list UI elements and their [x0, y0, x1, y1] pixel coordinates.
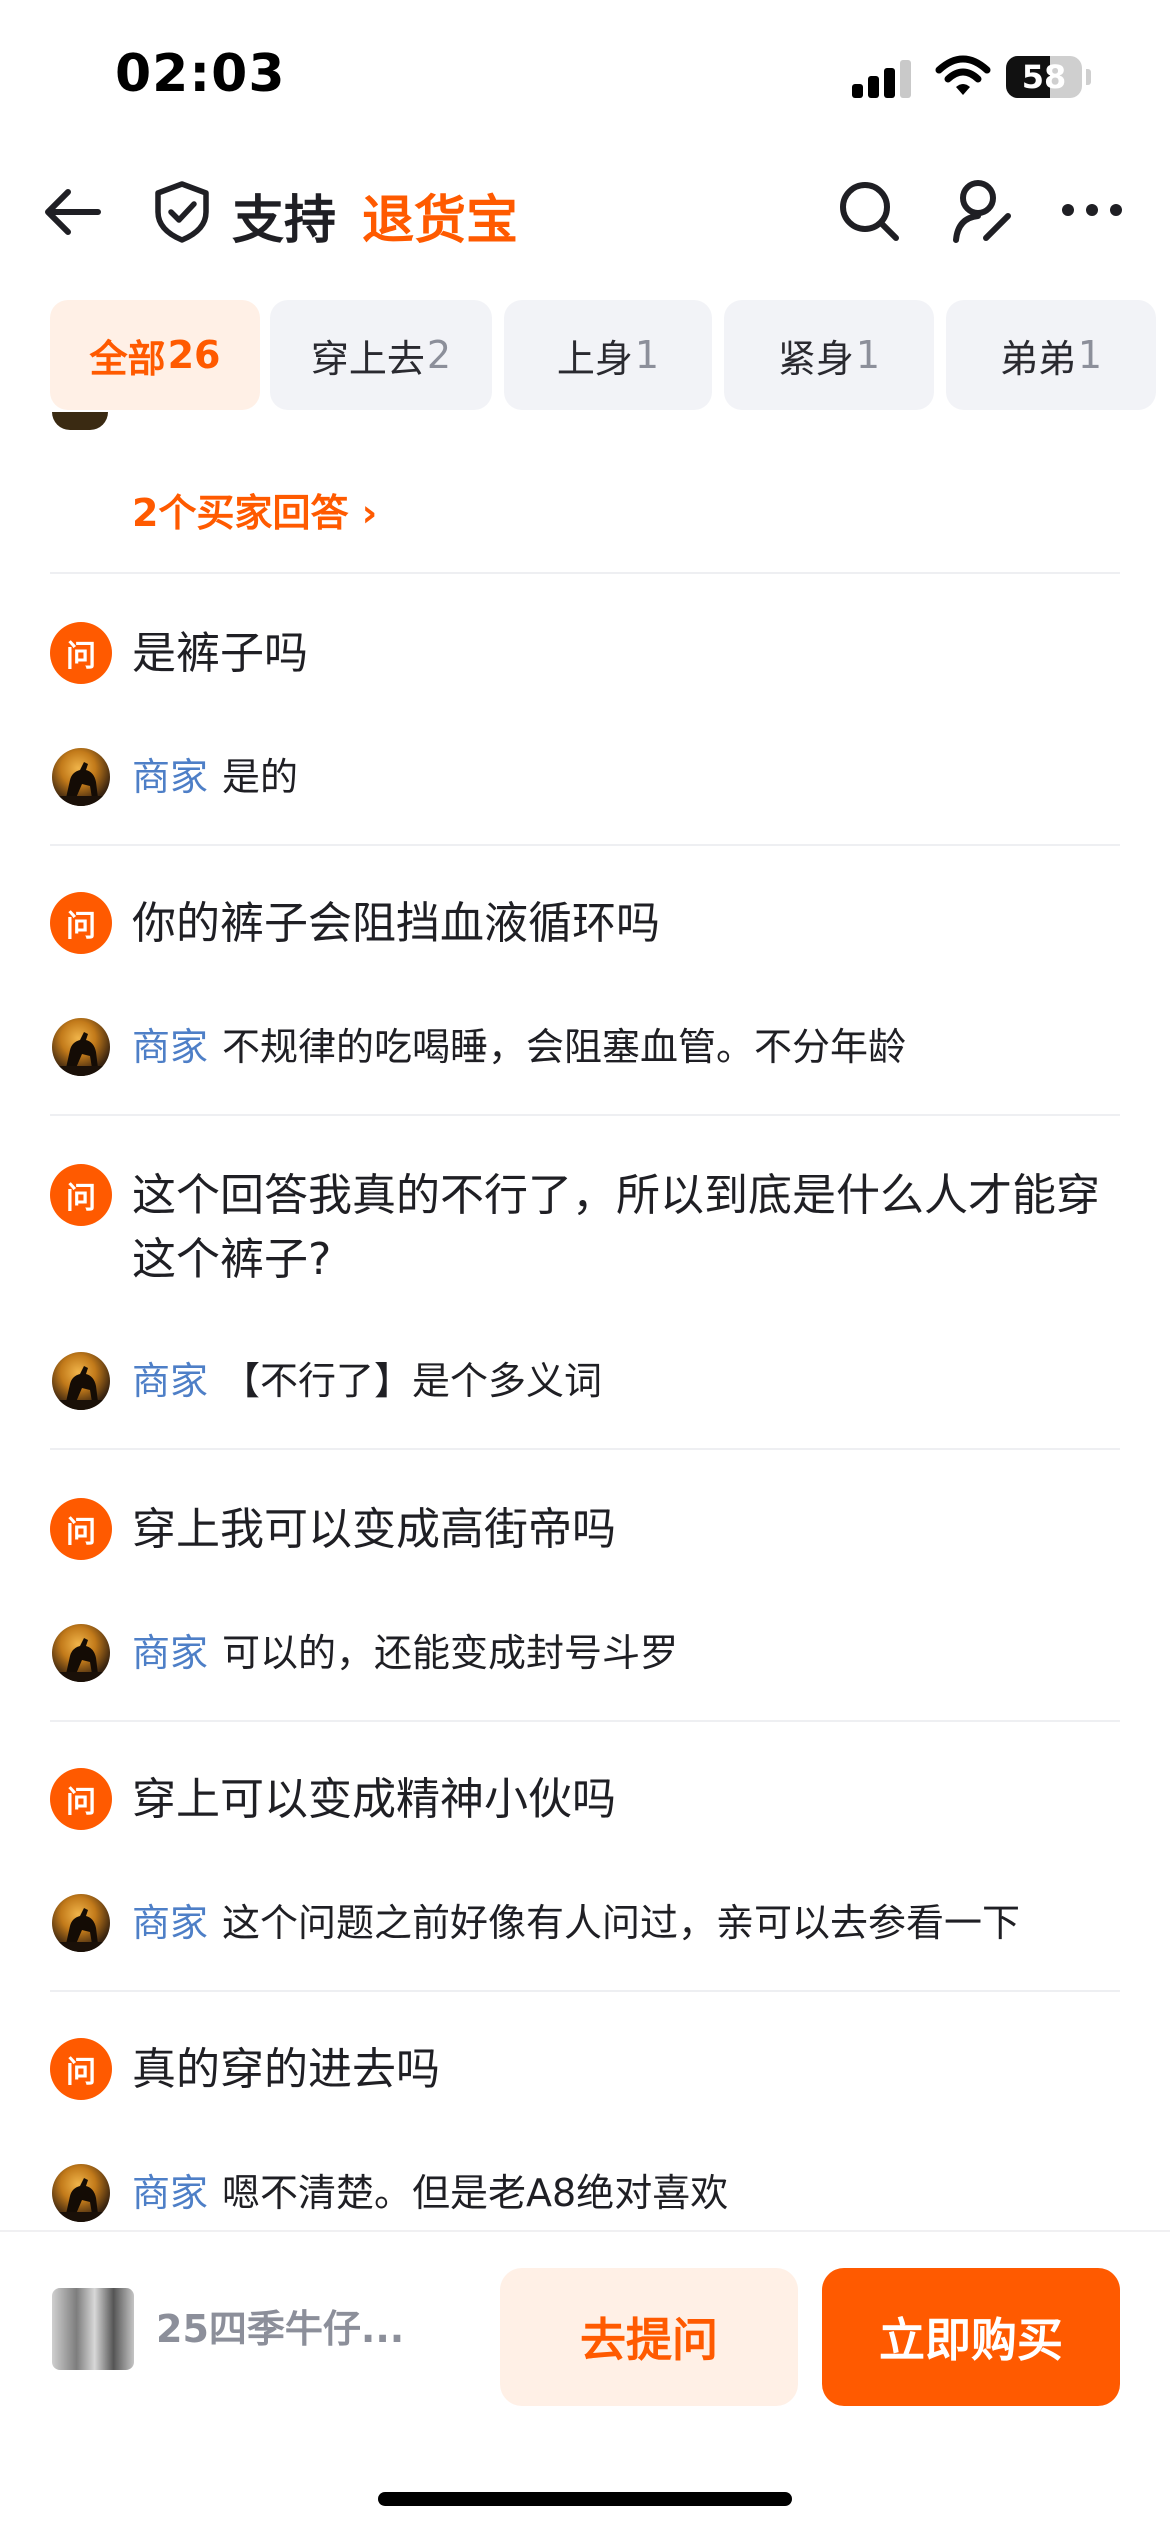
- answer-row[interactable]: 商家 嗯不清楚。但是老A8绝对喜欢: [132, 2164, 728, 2222]
- qa-list: 2个买家回答 › 问 是裤子吗 商家 是的 问 你的裤子会阻挡血液循环吗 商家 不规…: [0, 412, 1170, 2230]
- merchant-avatar: [52, 748, 110, 806]
- tab-label: 全部: [89, 336, 166, 381]
- tab-count: 1: [634, 333, 660, 377]
- question-badge: 问: [50, 892, 112, 954]
- status-time: 02:03: [115, 44, 286, 104]
- merchant-label: 商家: [132, 2171, 209, 2215]
- tab-label: 紧身: [777, 336, 854, 381]
- divider: [50, 1990, 1120, 1992]
- question-text[interactable]: 这个回答我真的不行了，所以到底是什么人才能穿这个裤子?: [132, 1164, 1122, 1292]
- question-badge: 问: [50, 1768, 112, 1830]
- question-badge: 问: [50, 1164, 112, 1226]
- product-thumbnail[interactable]: [52, 2288, 134, 2370]
- merchant-label: 商家: [132, 1359, 209, 1403]
- nav-bar: 支持 退货宝: [0, 150, 1170, 270]
- divider: [50, 1114, 1120, 1116]
- question-badge: 问: [50, 2038, 112, 2100]
- buy-now-button[interactable]: 立即购买: [822, 2268, 1120, 2406]
- bottom-action-bar: 25四季牛仔... 去提问 立即购买: [0, 2230, 1170, 2532]
- status-bar: 02:03 58: [0, 0, 1170, 150]
- question-text[interactable]: 你的裤子会阻挡血液循环吗: [132, 892, 1122, 956]
- answer-text: 可以的，还能变成封号斗罗: [222, 1631, 679, 1675]
- tab-count: 26: [167, 333, 221, 377]
- question-text[interactable]: 穿上可以变成精神小伙吗: [132, 1768, 1122, 1832]
- merchant-label: 商家: [132, 1025, 209, 1069]
- battery-icon: 58: [1006, 56, 1091, 98]
- more-answers-link[interactable]: 2个买家回答 ›: [132, 482, 377, 537]
- return-insurance-label: 退货宝: [362, 191, 519, 251]
- merchant-avatar: [52, 2164, 110, 2222]
- divider: [50, 572, 1120, 574]
- tab-count: 1: [1077, 333, 1103, 377]
- wifi-icon: [935, 54, 991, 98]
- question-badge: 问: [50, 1498, 112, 1560]
- filter-tabs: 全部 26 穿上去 2 上身 1 紧身 1 弟弟 1: [0, 300, 1170, 412]
- answer-text: 【不行了】是个多义词: [222, 1359, 603, 1403]
- shield-check-icon: [152, 180, 212, 244]
- tab-shang-shen[interactable]: 上身 1: [504, 300, 712, 410]
- product-name[interactable]: 25四季牛仔...: [156, 2298, 426, 2353]
- ask-question-button[interactable]: 去提问: [500, 2268, 798, 2406]
- merchant-label: 商家: [132, 1901, 209, 1945]
- battery-percent: 58: [1021, 58, 1067, 96]
- more-dots-icon[interactable]: [1060, 182, 1124, 238]
- merchant-avatar: [52, 1894, 110, 1952]
- back-arrow-icon[interactable]: [40, 180, 104, 244]
- user-edit-icon[interactable]: [950, 176, 1016, 246]
- tab-label: 上身: [556, 336, 633, 381]
- merchant-avatar: [52, 1018, 110, 1076]
- question-text[interactable]: 真的穿的进去吗: [132, 2038, 1122, 2102]
- answer-text: 不规律的吃喝睡，会阻塞血管。不分年龄: [222, 1025, 907, 1069]
- answer-text: 是的: [222, 755, 299, 799]
- divider: [50, 844, 1120, 846]
- answer-text: 嗯不清楚。但是老A8绝对喜欢: [222, 2171, 729, 2215]
- avatar: [52, 412, 108, 430]
- answer-row[interactable]: 商家 可以的，还能变成封号斗罗: [132, 1624, 678, 1682]
- divider: [50, 1448, 1120, 1450]
- tab-jin-shen[interactable]: 紧身 1: [724, 300, 934, 410]
- home-indicator[interactable]: [378, 2492, 792, 2506]
- tab-di-di[interactable]: 弟弟 1: [946, 300, 1156, 410]
- tab-count: 1: [855, 333, 881, 377]
- question-text[interactable]: 穿上我可以变成高街帝吗: [132, 1498, 1122, 1562]
- merchant-label: 商家: [132, 755, 209, 799]
- answer-row[interactable]: 商家 是的: [132, 748, 298, 806]
- nav-title: 支持: [232, 191, 337, 251]
- merchant-label: 商家: [132, 1631, 209, 1675]
- answer-row[interactable]: 商家 不规律的吃喝睡，会阻塞血管。不分年龄: [132, 1018, 906, 1076]
- question-badge: 问: [50, 622, 112, 684]
- divider: [50, 1720, 1120, 1722]
- merchant-avatar: [52, 1352, 110, 1410]
- tab-all[interactable]: 全部 26: [50, 300, 260, 410]
- merchant-avatar: [52, 1624, 110, 1682]
- answer-text: 这个问题之前好像有人问过，亲可以去参看一下: [222, 1901, 1021, 1945]
- tab-chuan-shang-qu[interactable]: 穿上去 2: [270, 300, 492, 410]
- signal-icon: [852, 58, 914, 98]
- tab-label: 穿上去: [310, 336, 425, 381]
- search-icon[interactable]: [836, 178, 902, 244]
- answer-row[interactable]: 商家 这个问题之前好像有人问过，亲可以去参看一下: [132, 1894, 1020, 1952]
- tab-count: 2: [426, 333, 452, 377]
- tab-label: 弟弟: [999, 336, 1076, 381]
- question-text[interactable]: 是裤子吗: [132, 622, 1122, 686]
- answer-row[interactable]: 商家 【不行了】是个多义词: [132, 1352, 602, 1410]
